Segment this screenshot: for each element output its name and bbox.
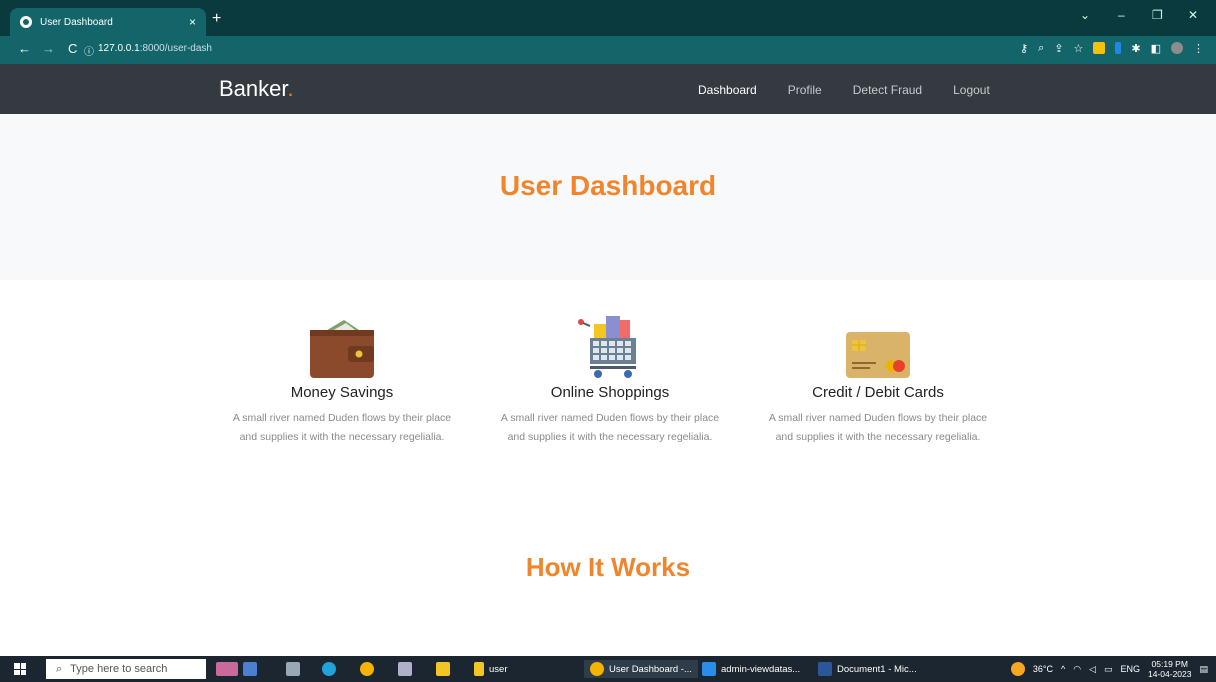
temperature-text: 36°C <box>1032 664 1053 674</box>
minimize-button[interactable]: – <box>1118 8 1125 22</box>
new-tab-button[interactable]: + <box>212 10 221 28</box>
service-online-shoppings: Online Shoppings A small river named Dud… <box>495 312 725 447</box>
key-icon[interactable]: ⚷ <box>1020 42 1028 55</box>
taskbar-label: admin-viewdatas... <box>721 663 801 675</box>
puzzle-extensions-icon[interactable]: ✱ <box>1131 42 1140 55</box>
url-path: :8000/user-dash <box>139 43 212 54</box>
browser-toolbar-icons: ⚷ ⌕ ⇪ ☆ ✱ ◧ ⋮ <box>1020 42 1204 55</box>
word-icon <box>818 662 832 676</box>
service-description: A small river named Duden flows by their… <box>500 412 720 443</box>
shopping-cart-icon <box>495 312 725 378</box>
hero-section: User Dashboard <box>0 114 1216 280</box>
brand-dot: . <box>287 76 294 101</box>
share-icon[interactable]: ⇪ <box>1054 42 1063 55</box>
taskbar-chrome-window[interactable]: User Dashboard -... <box>584 660 698 678</box>
side-panel-icon[interactable]: ◧ <box>1151 42 1161 55</box>
language-indicator[interactable]: ENG <box>1120 664 1140 674</box>
edge-browser-icon[interactable] <box>322 660 336 678</box>
search-icon: ⌕ <box>56 662 63 675</box>
nav-logout[interactable]: Logout <box>953 83 990 97</box>
service-description: A small river named Duden flows by their… <box>232 412 452 443</box>
windows-taskbar: ⌕ Type here to search user User Dashboar… <box>0 656 1216 682</box>
chrome-icon[interactable] <box>360 660 374 678</box>
service-description: A small river named Duden flows by their… <box>768 412 988 443</box>
info-icon[interactable]: ⓘ <box>84 43 94 58</box>
notification-icon[interactable]: ▤ <box>1199 664 1208 675</box>
browser-tab-bar: User Dashboard × + ⌄ – ❐ ✕ <box>0 0 1216 36</box>
tab-search-icon[interactable]: ⌄ <box>1080 8 1090 22</box>
chrome-icon <box>590 662 604 676</box>
system-tray: 36°C ^ ◠ ◁ ▭ ENG 05:19 PM 14-04-2023 ▤ <box>1010 659 1208 679</box>
nav-dashboard[interactable]: Dashboard <box>698 83 757 97</box>
clock-time: 05:19 PM <box>1151 659 1188 669</box>
windows-start-icon[interactable] <box>14 663 26 675</box>
profile-avatar-icon[interactable] <box>1171 42 1183 54</box>
nav-menu: Dashboard Profile Detect Fraud Logout <box>698 83 990 97</box>
extension-icon[interactable] <box>1115 42 1122 54</box>
paint-icon[interactable] <box>398 660 412 678</box>
forward-arrow-icon[interactable]: → <box>42 41 55 56</box>
taskbar-search-box[interactable]: ⌕ Type here to search <box>46 659 206 679</box>
service-title: Money Savings <box>290 384 394 401</box>
service-money-savings: Money Savings A small river named Duden … <box>227 312 457 447</box>
folder-icon <box>474 662 484 676</box>
clock-date: 14-04-2023 <box>1148 669 1192 679</box>
address-bar: ← → C ⓘ 127.0.0.1:8000/user-dash ⚷ ⌕ ⇪ ☆… <box>0 36 1216 64</box>
nav-profile[interactable]: Profile <box>788 83 822 97</box>
taskbar-folder-user[interactable]: user <box>474 660 507 678</box>
brand-logo[interactable]: Banker. <box>219 76 294 102</box>
taskbar-pinned-art-app-icon[interactable] <box>216 660 257 678</box>
menu-kebab-icon[interactable]: ⋮ <box>1193 42 1204 55</box>
credit-card-icon <box>763 312 993 378</box>
taskbar-label: Document1 - Mic... <box>837 663 917 675</box>
service-title: Online Shoppings <box>550 384 670 401</box>
chevron-up-icon[interactable]: ^ <box>1061 664 1065 674</box>
vscode-icon <box>702 662 716 676</box>
clock[interactable]: 05:19 PM 14-04-2023 <box>1148 659 1191 679</box>
service-credit-debit-cards: Credit / Debit Cards A small river named… <box>763 312 993 447</box>
site-navbar: Banker. Dashboard Profile Detect Fraud L… <box>0 64 1216 114</box>
sticky-notes-icon[interactable] <box>436 660 450 678</box>
nav-detect-fraud[interactable]: Detect Fraud <box>853 83 922 97</box>
close-window-button[interactable]: ✕ <box>1188 8 1198 22</box>
extension-icon[interactable] <box>1093 42 1106 54</box>
back-arrow-icon[interactable]: ← <box>18 41 31 56</box>
tab-title: User Dashboard <box>40 16 113 28</box>
taskbar-search-placeholder: Type here to search <box>70 663 168 675</box>
taskbar-label: User Dashboard -... <box>609 663 692 675</box>
calculator-icon[interactable] <box>286 660 300 678</box>
page-title: User Dashboard <box>499 170 717 201</box>
taskbar-label: user <box>489 663 508 675</box>
service-title: Credit / Debit Cards <box>812 384 944 401</box>
weather-icon[interactable] <box>1010 662 1025 676</box>
brand-text: Banker <box>219 76 288 101</box>
battery-icon[interactable]: ▭ <box>1104 664 1113 675</box>
site-favicon-icon <box>20 16 32 28</box>
wallet-icon <box>227 312 457 378</box>
bookmark-star-icon[interactable]: ☆ <box>1074 42 1084 55</box>
browser-tab[interactable]: User Dashboard × <box>10 8 206 36</box>
url-field[interactable]: 127.0.0.1:8000/user-dash <box>98 43 212 54</box>
tab-close-icon[interactable]: × <box>189 15 196 29</box>
reload-icon[interactable]: C <box>68 41 77 56</box>
restore-button[interactable]: ❐ <box>1152 8 1163 22</box>
taskbar-vscode-window[interactable]: admin-viewdatas... <box>702 660 800 678</box>
taskbar-word-window[interactable]: Document1 - Mic... <box>818 660 917 678</box>
zoom-icon[interactable]: ⌕ <box>1038 42 1044 55</box>
network-icon[interactable]: ◠ <box>1073 664 1081 675</box>
volume-icon[interactable]: ◁ <box>1089 664 1096 675</box>
how-it-works-heading: How It Works <box>525 552 691 582</box>
url-host: 127.0.0.1 <box>98 43 140 54</box>
